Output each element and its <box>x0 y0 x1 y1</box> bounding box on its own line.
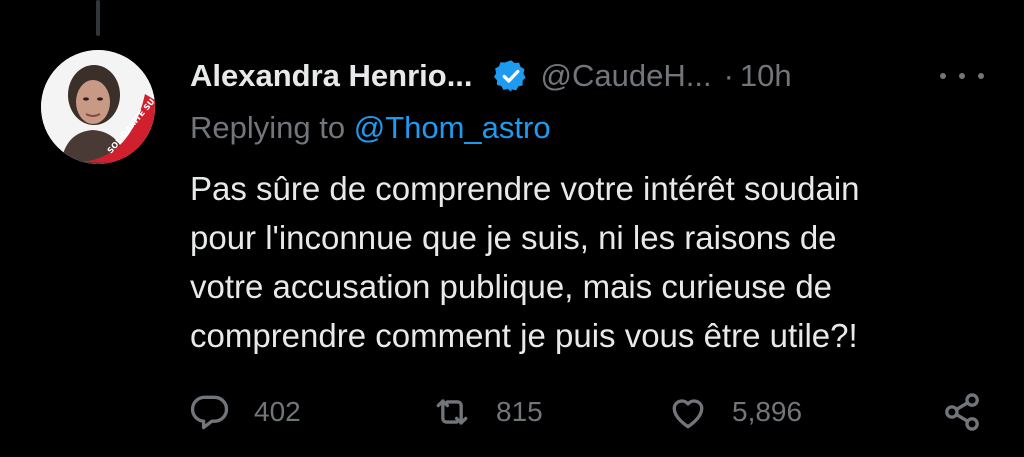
reply-count: 402 <box>254 396 301 427</box>
repost-button[interactable]: 815 <box>430 390 543 434</box>
thread-line <box>96 0 100 36</box>
replying-prefix: Replying to <box>190 110 354 145</box>
share-button[interactable] <box>940 390 984 434</box>
tweet-header: Alexandra Henrio... @CaudeH... · 10h <box>190 54 984 98</box>
author-name[interactable]: Alexandra Henrio... <box>190 58 473 94</box>
avatar-image: SOLIDARITÉ SUSPENDUS <box>41 50 155 164</box>
replying-mention-link[interactable]: @Thom_astro <box>354 110 551 145</box>
like-count: 5,896 <box>732 396 803 427</box>
author-handle[interactable]: @CaudeH... <box>541 58 712 94</box>
tweet-timestamp[interactable]: 10h <box>740 58 792 94</box>
repost-count: 815 <box>496 396 543 427</box>
tweet-actions: 402 815 5,896 <box>188 390 988 434</box>
verified-badge-icon[interactable] <box>493 58 529 94</box>
more-dots-icon[interactable] <box>940 66 984 86</box>
tweet-text: Pas sûre de comprendre votre intérêt sou… <box>190 170 860 354</box>
heart-icon <box>672 399 704 429</box>
like-button[interactable]: 5,896 <box>666 390 802 434</box>
reply-button[interactable]: 402 <box>188 390 301 434</box>
repost-icon <box>436 399 468 425</box>
reply-bubble-icon <box>190 395 229 430</box>
avatar[interactable]: SOLIDARITÉ SUSPENDUS <box>41 50 155 164</box>
replying-to: Replying to @Thom_astro <box>190 110 551 146</box>
header-separator: · <box>723 58 734 93</box>
share-icon <box>945 393 979 431</box>
